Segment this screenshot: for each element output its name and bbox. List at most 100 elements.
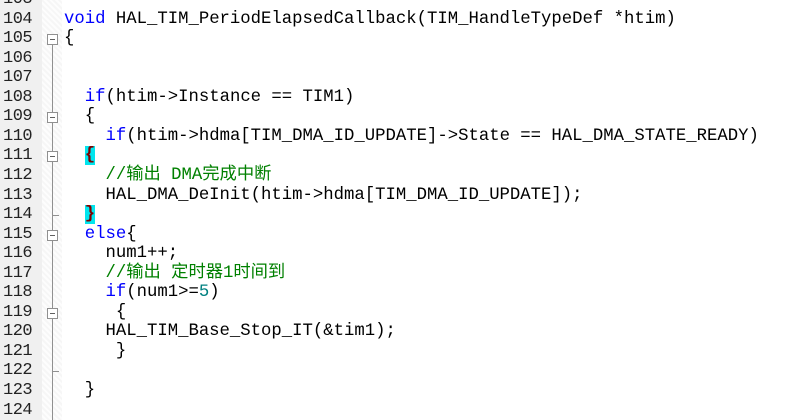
code-content: else{	[64, 225, 137, 245]
line-number: 118	[3, 283, 33, 303]
code-content: }	[64, 342, 126, 362]
code-content: {	[64, 29, 74, 49]
line-number: 113	[3, 185, 33, 205]
code-line[interactable]: 104 void HAL_TIM_PeriodElapsedCallback(TI…	[0, 10, 802, 30]
code-content: }	[64, 381, 95, 401]
matched-brace: {	[84, 146, 96, 166]
code-text: (num1>=	[126, 283, 199, 303]
line-number: 108	[3, 87, 33, 107]
code-content: num1++;	[64, 244, 178, 264]
code-text: {	[126, 224, 137, 244]
keyword-token: if	[105, 283, 127, 303]
fold-collapse-icon[interactable]	[47, 229, 58, 241]
code-text: }	[64, 381, 96, 400]
matched-brace: }	[84, 205, 96, 225]
code-line[interactable]: 110 if(htim->hdma[TIM_DMA_ID_UPDATE]->St…	[0, 127, 802, 147]
code-content: if(htim->Instance == TIM1)	[64, 87, 355, 108]
code-text: HAL_TIM_Base_Stop_IT(&tim1);	[64, 322, 396, 342]
line-number: 109	[3, 107, 33, 127]
code-line[interactable]: 106	[0, 49, 802, 69]
code-content: HAL_TIM_Base_Stop_IT(&tim1);	[64, 322, 396, 342]
keyword-token: void	[64, 9, 106, 29]
line-number: 104	[3, 9, 33, 29]
code-text: {	[64, 107, 96, 127]
code-line[interactable]: 103	[0, 0, 802, 10]
code-line[interactable]: 109 {	[0, 107, 802, 127]
code-line[interactable]: 105 {	[0, 29, 802, 49]
code-line[interactable]: 111 {	[0, 146, 802, 166]
code-content: //输出 DMA完成中断	[64, 166, 271, 186]
code-line[interactable]: 118 if(num1>=5)	[0, 283, 802, 303]
code-content: }	[64, 205, 96, 225]
keyword-token: else	[84, 224, 127, 244]
keyword-token: if	[84, 87, 106, 107]
fold-collapse-icon[interactable]	[47, 34, 58, 46]
line-number: 103	[3, 0, 39, 10]
code-content: {	[64, 107, 95, 127]
code-content: //输出 定时器1时间到	[64, 264, 285, 284]
line-number: 116	[3, 244, 33, 264]
fold-end-marker	[52, 371, 59, 373]
code-content: if(htim->hdma[TIM_DMA_ID_UPDATE]->State …	[64, 126, 759, 147]
code-content: {	[64, 146, 96, 166]
code-line[interactable]: 119 {	[0, 303, 802, 323]
code-content: if(num1>=5)	[64, 283, 220, 303]
code-line[interactable]: 113 HAL_DMA_DeInit(htim->hdma[TIM_DMA_ID…	[0, 186, 802, 206]
line-number: 122	[3, 361, 33, 381]
code-line[interactable]: 108 if(htim->Instance == TIM1)	[0, 88, 802, 108]
code-text: )	[209, 283, 220, 303]
fold-end-marker	[52, 215, 59, 217]
code-line[interactable]: 112 //输出 DMA完成中断	[0, 166, 802, 186]
code-text: HAL_TIM_PeriodElapsedCallback(TIM_Handle…	[105, 9, 676, 29]
code-line[interactable]: 107	[0, 68, 802, 88]
code-line[interactable]: 116 num1++;	[0, 244, 802, 264]
code-content: HAL_DMA_DeInit(htim->hdma[TIM_DMA_ID_UPD…	[64, 185, 583, 206]
line-number: 121	[3, 341, 33, 361]
line-number: 111	[3, 146, 33, 166]
number-token: 5	[198, 283, 210, 303]
fold-collapse-icon[interactable]	[47, 307, 58, 319]
code-line[interactable]: 124	[0, 401, 802, 420]
fold-collapse-icon[interactable]	[47, 112, 58, 124]
code-line[interactable]: 122	[0, 361, 802, 381]
line-number: 110	[3, 126, 33, 146]
keyword-token: if	[105, 126, 127, 146]
code-content: void HAL_TIM_PeriodElapsedCallback(TIM_H…	[64, 10, 676, 30]
code-line[interactable]: 115 else{	[0, 225, 802, 245]
line-number: 105	[3, 29, 33, 49]
code-text: num1++;	[64, 244, 179, 264]
code-line[interactable]: 117 //输出 定时器1时间到	[0, 264, 802, 284]
code-text: (htim->Instance == TIM1)	[105, 87, 355, 107]
fold-collapse-icon[interactable]	[47, 151, 58, 163]
line-number: 120	[3, 322, 33, 342]
code-line[interactable]: 121 }	[0, 342, 802, 362]
code-text: HAL_DMA_DeInit(htim->hdma[TIM_DMA_ID_UPD…	[64, 185, 583, 205]
line-number: 119	[3, 302, 33, 322]
code-line[interactable]: 123 }	[0, 381, 802, 401]
line-number: 112	[3, 165, 33, 185]
code-line[interactable]: 120 HAL_TIM_Base_Stop_IT(&tim1);	[0, 322, 802, 342]
line-number: 107	[3, 68, 33, 88]
comment-token: //输出 DMA完成中断	[105, 165, 272, 185]
line-number: 106	[3, 48, 33, 68]
line-number: 115	[3, 224, 33, 244]
line-number: 114	[3, 205, 33, 225]
code-text: (htim->hdma[TIM_DMA_ID_UPDATE]->State ==…	[126, 126, 759, 146]
code-text: }	[64, 341, 127, 361]
code-content: {	[64, 303, 126, 323]
code-text: {	[64, 302, 127, 322]
code-text: {	[64, 29, 75, 49]
line-number: 124	[3, 400, 33, 420]
line-number: 123	[3, 381, 33, 400]
line-number: 117	[3, 263, 33, 283]
code-line[interactable]: 114 }	[0, 205, 802, 225]
comment-token: //输出 定时器1时间到	[105, 263, 286, 283]
